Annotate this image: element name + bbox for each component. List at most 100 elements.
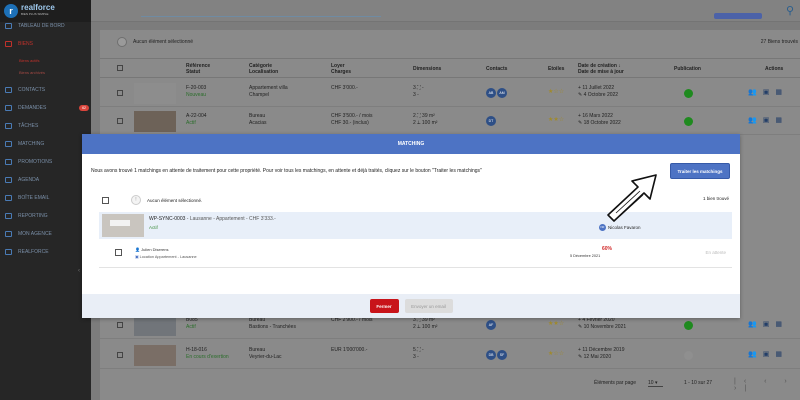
row-ref[interactable]: H-18-016 <box>186 347 207 353</box>
row-actions[interactable]: 👥▣▦ <box>748 320 788 328</box>
chart-icon <box>5 213 12 219</box>
sidebar: r realforce BIEN PLUS SIMPLE TABLEAU DE B… <box>0 0 91 400</box>
contact-avatar[interactable]: AM <box>497 88 507 98</box>
row-dim2: 2 ⟂ 100 m² <box>413 120 438 126</box>
row-rent: CHF 2'900.- / mois <box>331 317 373 323</box>
match-checkbox[interactable] <box>115 249 122 256</box>
row-actions[interactable]: 👥▣▦ <box>748 116 788 124</box>
row-category: Bureau <box>249 347 266 353</box>
header-charges: Charges <box>331 69 352 75</box>
row-location: Veyrier-du-Lac <box>249 354 282 360</box>
property-thumbnail <box>134 345 176 366</box>
sidebar-item-realforce[interactable]: REALFORCE <box>0 246 91 258</box>
publication-status-dot[interactable] <box>684 321 693 330</box>
row-created: 11 Juillet 2022 <box>582 85 615 91</box>
contact-avatar[interactable]: DB <box>486 350 496 360</box>
row-dim2: 3 - <box>413 354 419 360</box>
process-matchings-button[interactable]: Traiter les matchings <box>670 163 730 179</box>
match-request: ▣ Location Appartement - Lausanne <box>135 254 197 259</box>
matching-modal: MATCHING Nous avons trouvé 1 matchings e… <box>82 134 740 318</box>
star-rating[interactable]: ★☆☆ <box>548 351 564 358</box>
match-date: 5 Décembre 2021 <box>570 254 601 258</box>
row-updated: 4 Octobre 2022 <box>583 92 619 98</box>
select-all-checkbox[interactable] <box>102 196 109 204</box>
topbar-action-button[interactable] <box>714 13 762 19</box>
modal-title: MATCHING <box>82 134 740 154</box>
row-location: Acacias <box>249 120 267 126</box>
row-dim1: 5 ⛶ - <box>413 347 424 353</box>
close-button[interactable]: Fermer <box>369 299 399 313</box>
header-publication: Publication <box>674 66 701 72</box>
selection-bar: Aucun élément sélectionné 27 Biens trouv… <box>100 30 800 54</box>
logo[interactable]: r realforce BIEN PLUS SIMPLE <box>0 0 91 22</box>
modal-info-text: Nous avons trouvé 1 matchings en attente… <box>91 168 482 174</box>
select-circle-icon[interactable]: ! <box>131 195 141 205</box>
globe-icon <box>5 249 12 255</box>
sidebar-item-dashboard[interactable]: TABLEAU DE BORD <box>0 20 91 32</box>
mail-icon <box>5 195 12 201</box>
sidebar-item-demandes[interactable]: DEMANDES 62 <box>0 102 91 114</box>
sidebar-item-reporting[interactable]: REPORTING <box>0 210 91 222</box>
match-contact-name: Julien Diserens <box>141 247 169 252</box>
property-thumbnail <box>134 315 176 336</box>
collapse-sidebar-icon[interactable]: ‹ <box>78 268 80 274</box>
property-ref[interactable]: WP-SYNC-0003 <box>149 216 185 222</box>
publication-status-dot[interactable] <box>684 89 693 98</box>
sidebar-item-label: DEMANDES <box>18 105 47 111</box>
table-row[interactable]: F-20-003 Nouveau Appartement villa Champel… <box>100 80 800 107</box>
header-dimensions: Dimensions <box>413 66 442 72</box>
star-rating[interactable]: ★★☆ <box>548 321 564 328</box>
table-row[interactable]: H-18-016 En cours d'exertion Bureau Veyrie… <box>100 342 800 369</box>
star-rating[interactable]: ★☆☆ <box>548 89 564 96</box>
select-all-circle[interactable] <box>117 37 127 47</box>
sidebar-subitem-archived[interactable]: Biens archivés <box>19 70 45 75</box>
match-contact[interactable]: 👤 Julien Diserens <box>135 247 168 252</box>
property-thumbnail <box>134 111 176 132</box>
results-count: 27 Biens trouvés <box>760 39 798 45</box>
page-range: 1 - 10 sur 27 <box>684 380 713 386</box>
row-created: 16 Mars 2022 <box>582 113 613 119</box>
row-checkbox[interactable] <box>117 352 123 358</box>
per-page-select[interactable]: 10 ▾ <box>648 380 664 387</box>
contact-avatar[interactable]: AB <box>486 88 496 98</box>
row-actions[interactable]: 👥▣▦ <box>748 350 788 358</box>
sidebar-item-label: TABLEAU DE BORD <box>18 23 65 29</box>
row-actions[interactable]: 👥▣▦ <box>748 88 788 96</box>
row-ref[interactable]: F-20-003 <box>186 85 206 91</box>
contact-avatar[interactable]: SF <box>497 350 507 360</box>
search-icon[interactable]: ⚲ <box>786 4 794 17</box>
publication-status-dot[interactable] <box>684 351 693 360</box>
sidebar-item-email[interactable]: BOÎTE EMAIL <box>0 192 91 204</box>
row-location: Bastions - Tranchées <box>249 324 296 330</box>
modal-footer: Fermer Envoyer un email <box>82 294 740 318</box>
matching-icon <box>5 141 12 147</box>
contact-avatar[interactable]: AF <box>486 320 496 330</box>
agent-name: Nicolas Favaron <box>608 225 641 230</box>
pagination-nav[interactable]: |‹ ‹ › ›| <box>734 378 800 392</box>
send-email-button[interactable]: Envoyer un email <box>404 299 453 313</box>
property-thumbnail <box>102 214 144 237</box>
topbar: ⚲ <box>91 0 800 22</box>
star-rating[interactable]: ★★☆ <box>548 117 564 124</box>
sidebar-item-promotions[interactable]: PROMOTIONS <box>0 156 91 168</box>
match-row[interactable]: 👤 Julien Diserens ▣ Location Appartement… <box>102 239 732 267</box>
row-status: Actif <box>186 120 196 126</box>
row-updated: 10 Novembre 2021 <box>583 324 627 330</box>
row-ref[interactable]: A-22-004 <box>186 113 207 119</box>
sidebar-item-agency[interactable]: MON AGENCE <box>0 228 91 240</box>
publication-status-dot[interactable] <box>684 117 693 126</box>
sidebar-item-contacts[interactable]: CONTACTS <box>0 84 91 96</box>
row-checkbox[interactable] <box>117 90 123 96</box>
table-row[interactable]: A-22-004 Actif Bureau Acacias CHF 3'500.- … <box>100 108 800 135</box>
sidebar-item-matching[interactable]: MATCHING <box>0 138 91 150</box>
sidebar-item-biens[interactable]: BIENS <box>0 38 91 50</box>
contact-avatar[interactable]: DT <box>486 116 496 126</box>
row-checkbox[interactable] <box>117 118 123 124</box>
sidebar-subitem-active[interactable]: Biens actifs <box>19 58 39 63</box>
sidebar-item-taches[interactable]: TÂCHES <box>0 120 91 132</box>
select-all-checkbox[interactable] <box>117 65 123 71</box>
sidebar-item-agenda[interactable]: AGENDA <box>0 174 91 186</box>
property-agent: NF Nicolas Favaron <box>599 224 641 231</box>
header-status: Statut <box>186 69 201 75</box>
row-checkbox[interactable] <box>117 322 123 328</box>
